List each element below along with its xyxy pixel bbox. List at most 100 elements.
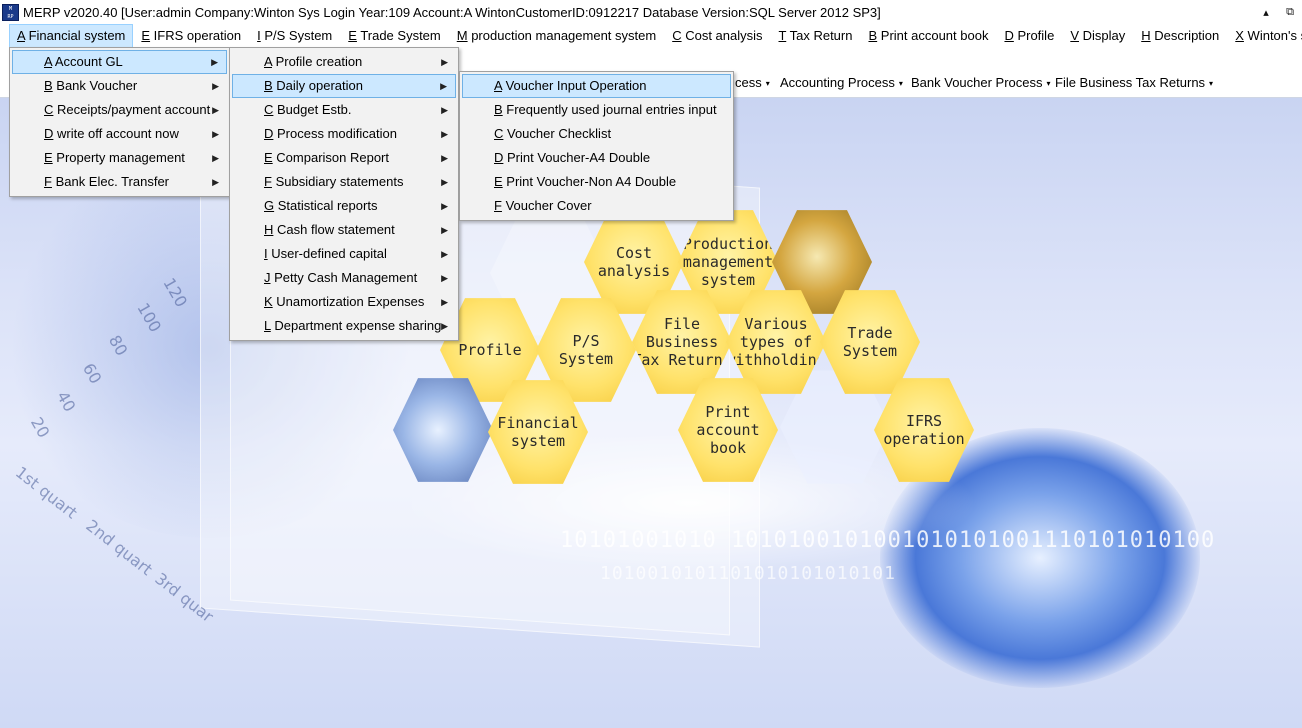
toolbar-label: cess (735, 75, 762, 90)
toolbar-file-business-tax[interactable]: File Business Tax Returns ▾ (1055, 75, 1213, 90)
submenu-arrow-icon: ▶ (211, 57, 218, 67)
menuitem-print-voucher-a4[interactable]: D Print Voucher-A4 Double (462, 146, 731, 170)
menuitem-frequent-journal-entries[interactable]: B Frequently used journal entries input (462, 98, 731, 122)
menu-profile[interactable]: D Profile (996, 24, 1062, 48)
menuitem-label: Voucher Checklist (503, 126, 612, 141)
menuitem-print-voucher-non-a4[interactable]: E Print Voucher-Non A4 Double (462, 170, 731, 194)
menu-label: IFRS operation (150, 28, 242, 43)
menu-accel: B (868, 28, 878, 43)
submenu-arrow-icon: ▶ (441, 297, 448, 307)
menuitem-label: Frequently used journal entries input (502, 102, 717, 117)
menuitem-budget-estb[interactable]: C Budget Estb. ▶ (232, 98, 456, 122)
window-title: MERP v2020.40 [User:admin Company:Winton… (23, 4, 881, 20)
restore-icon[interactable]: ⧉ (1278, 0, 1302, 24)
menuitem-bank-elec-transfer[interactable]: F Bank Elec. Transfer ▶ (12, 170, 227, 194)
menuitem-comparison-report[interactable]: E Comparison Report ▶ (232, 146, 456, 170)
menuitem-label: Statistical reports (274, 198, 378, 213)
menuitem-voucher-cover[interactable]: F Voucher Cover (462, 194, 731, 218)
menuitem-label: Print Voucher-A4 Double (503, 150, 651, 165)
menuitem-department-expense-sharing[interactable]: L Department expense sharing ▶ (232, 314, 456, 338)
submenu-arrow-icon: ▶ (441, 225, 448, 235)
menu-accel: C (494, 126, 504, 141)
submenu-arrow-icon: ▶ (441, 105, 448, 115)
menu-accel: B (264, 78, 273, 93)
dropdown-account-gl: A Profile creation ▶ B Daily operation ▶ C… (229, 47, 459, 341)
menu-accel: V (1070, 28, 1079, 43)
menuitem-user-defined-capital[interactable]: I User-defined capital ▶ (232, 242, 456, 266)
menu-accel: E (348, 28, 357, 43)
menuitem-label: Cash flow statement (273, 222, 395, 237)
menuitem-label: Bank Voucher (52, 78, 138, 93)
toolbar-bank-voucher-process[interactable]: Bank Voucher Process ▾ (911, 75, 1051, 90)
menuitem-bank-voucher[interactable]: B Bank Voucher ▶ (12, 74, 227, 98)
menu-accel: D (44, 126, 54, 141)
menuitem-daily-operation[interactable]: B Daily operation ▶ (232, 74, 456, 98)
menuitem-label: Daily operation (272, 78, 363, 93)
menuitem-receipts-payment[interactable]: C Receipts/payment account ▶ (12, 98, 227, 122)
toolbar-accounting-process[interactable]: Accounting Process ▾ (780, 75, 903, 90)
menu-accel: X (1235, 28, 1244, 43)
menu-accel: B (494, 102, 503, 117)
menuitem-cash-flow-statement[interactable]: H Cash flow statement ▶ (232, 218, 456, 242)
menu-accel: E (494, 174, 503, 189)
caret-down-icon: ▾ (1046, 79, 1051, 88)
menuitem-profile-creation[interactable]: A Profile creation ▶ (232, 50, 456, 74)
menu-financial-system[interactable]: A Financial system (9, 24, 134, 48)
menuitem-label: Account GL (51, 54, 123, 69)
menuitem-label: Department expense sharing (270, 318, 442, 333)
menu-ps-system[interactable]: I P/S System (249, 24, 340, 48)
submenu-arrow-icon: ▶ (440, 81, 447, 91)
submenu-arrow-icon: ▶ (441, 273, 448, 283)
menu-display[interactable]: V Display (1062, 24, 1133, 48)
minimize-icon[interactable]: ▴ (1254, 0, 1278, 24)
menuitem-petty-cash[interactable]: J Petty Cash Management ▶ (232, 266, 456, 290)
menuitem-write-off[interactable]: D write off account now ▶ (12, 122, 227, 146)
menu-tax-return[interactable]: T Tax Return (771, 24, 861, 48)
menu-accel: A (17, 28, 25, 43)
toolbar-process-dropdown[interactable]: cess ▾ (735, 75, 770, 90)
menu-accel: L (264, 318, 271, 333)
menu-accel: D (494, 150, 504, 165)
app-logo-icon[interactable]: M RP (2, 3, 19, 21)
menu-accel: F (494, 198, 502, 213)
menu-label: production management system (467, 28, 657, 43)
submenu-arrow-icon: ▶ (212, 81, 219, 91)
menuitem-statistical-reports[interactable]: G Statistical reports ▶ (232, 194, 456, 218)
menu-ifrs-operation[interactable]: E IFRS operation (133, 24, 249, 48)
menuitem-subsidiary-statements[interactable]: F Subsidiary statements ▶ (232, 170, 456, 194)
menuitem-process-modification[interactable]: D Process modification ▶ (232, 122, 456, 146)
submenu-arrow-icon: ▶ (441, 201, 448, 211)
menu-accel: A (44, 54, 52, 69)
toolbar-label: Accounting Process (780, 75, 895, 90)
menu-accel: M (456, 28, 468, 43)
menu-production-management[interactable]: M production management system (449, 24, 664, 48)
menu-trade-system[interactable]: E Trade System (340, 24, 448, 48)
menu-bar: A Financial system E IFRS operation I P/… (0, 24, 1302, 48)
menuitem-property-management[interactable]: E Property management ▶ (12, 146, 227, 170)
menuitem-voucher-input-operation[interactable]: A Voucher Input Operation (462, 74, 731, 98)
caret-down-icon: ▾ (1209, 79, 1214, 88)
submenu-arrow-icon: ▶ (441, 153, 448, 163)
toolbar-label: File Business Tax Returns (1055, 75, 1206, 90)
menuitem-label: User-defined capital (267, 246, 387, 261)
menu-label: Trade System (356, 28, 441, 43)
menuitem-label: Print Voucher-Non A4 Double (502, 174, 677, 189)
menuitem-label: write off account now (53, 126, 179, 141)
menuitem-voucher-checklist[interactable]: C Voucher Checklist (462, 122, 731, 146)
menu-cost-analysis[interactable]: C Cost analysis (664, 24, 770, 48)
menuitem-label: Subsidiary statements (271, 174, 404, 189)
menuitem-account-gl[interactable]: A Account GL ▶ (12, 50, 227, 74)
menu-accel: K (264, 294, 273, 309)
menu-print-account-book[interactable]: B Print account book (860, 24, 996, 48)
submenu-arrow-icon: ▶ (441, 321, 448, 331)
menu-accel: A (494, 78, 502, 93)
menu-accel: E (44, 150, 53, 165)
toolbar-label: Bank Voucher Process (911, 75, 1043, 90)
menu-description[interactable]: H Description (1133, 24, 1227, 48)
menu-wintons-service[interactable]: X Winton's service (1227, 24, 1302, 48)
submenu-arrow-icon: ▶ (212, 129, 219, 139)
menu-accel: H (1141, 28, 1151, 43)
menu-label: Display (1078, 28, 1126, 43)
menuitem-label: Comparison Report (272, 150, 389, 165)
menuitem-unamortization-expenses[interactable]: K Unamortization Expenses ▶ (232, 290, 456, 314)
